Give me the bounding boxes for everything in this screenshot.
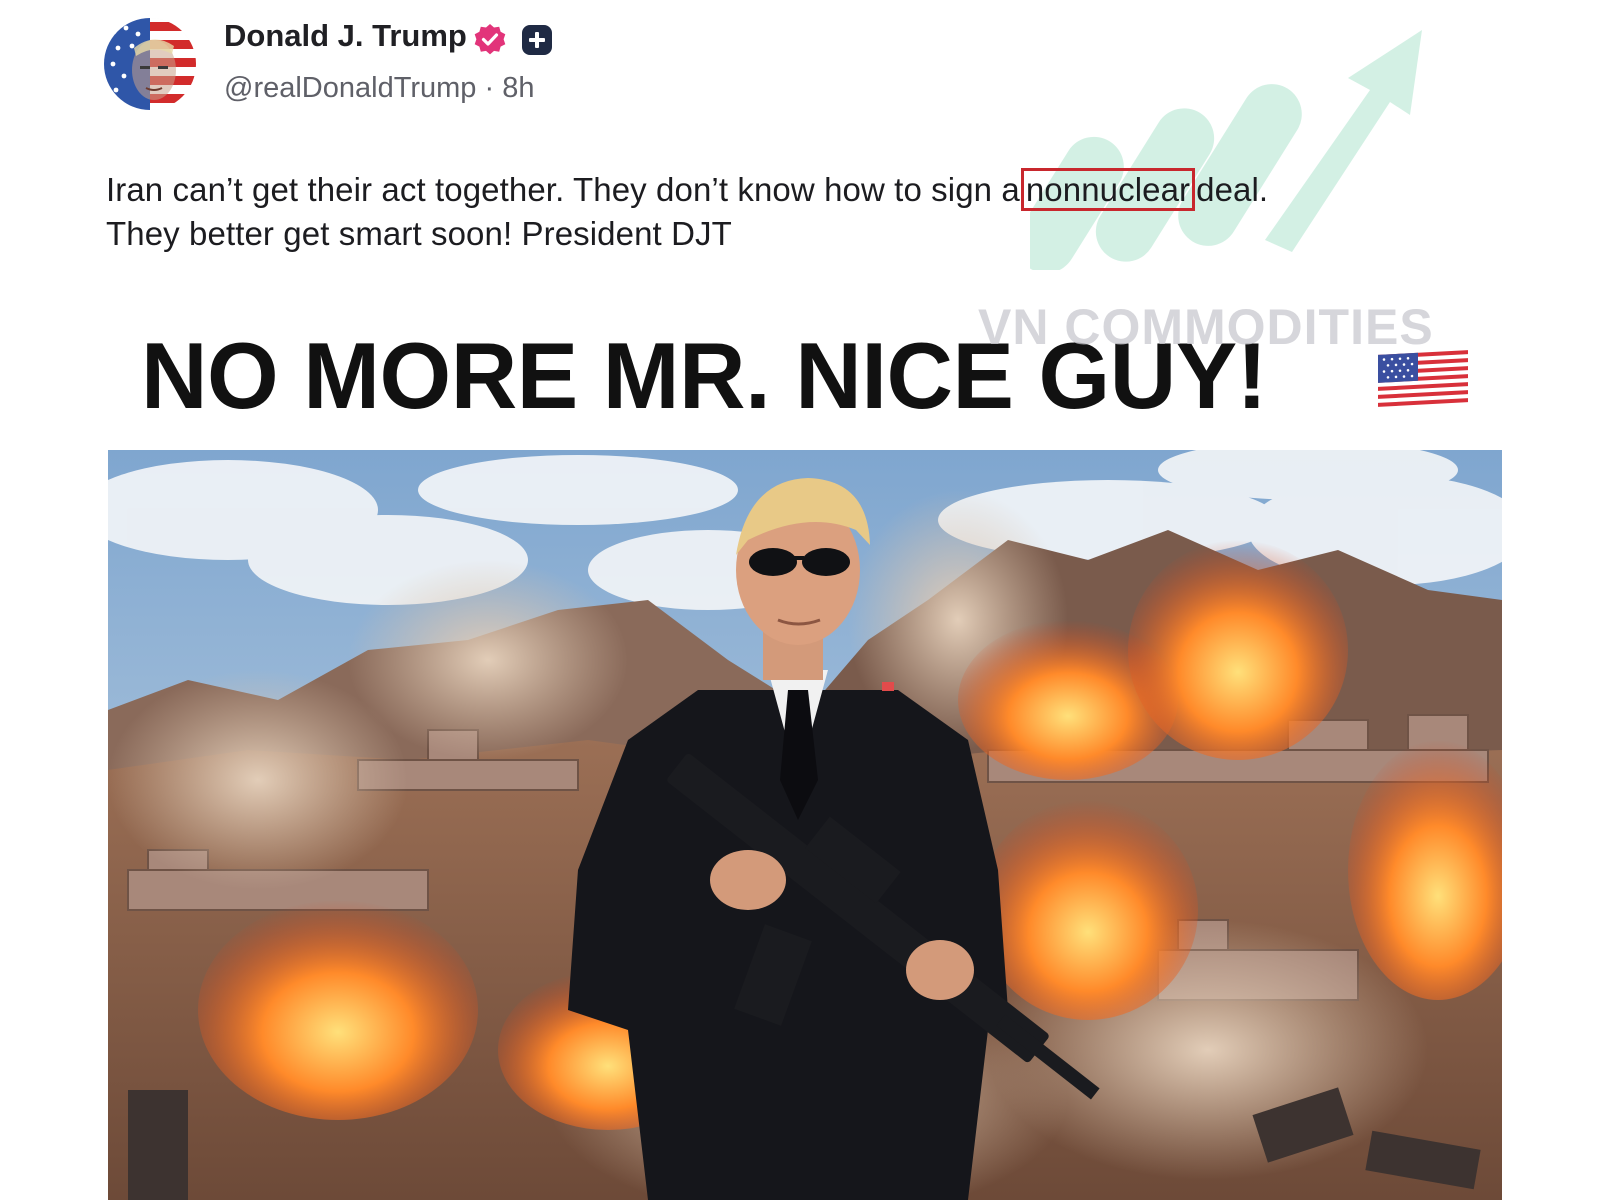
author-handle[interactable]: @realDonaldTrump	[224, 72, 476, 104]
author-display-name[interactable]: Donald J. Trump	[224, 18, 467, 54]
post-body: Iran can’t get their act together. They …	[106, 168, 1526, 256]
plus-square-icon[interactable]	[521, 24, 553, 56]
post-image[interactable]	[108, 450, 1502, 1200]
post-text-part-2: deal.	[1196, 171, 1269, 208]
post-text-part-1: Iran can’t get their act together. They …	[106, 171, 1020, 208]
post-timestamp[interactable]: 8h	[502, 72, 534, 104]
post-image-illustration	[108, 450, 1502, 1200]
highlighted-word: nonnuclear	[1020, 168, 1196, 211]
meta-separator: ·	[484, 72, 495, 104]
us-flag-icon	[1376, 347, 1470, 409]
meme-headline: NO MORE MR. NICE GUY!	[141, 323, 1267, 428]
avatar-portrait-icon	[104, 18, 196, 110]
avatar[interactable]	[104, 18, 196, 110]
verified-check-icon	[473, 23, 507, 57]
post-text-line-2: They better get smart soon! President DJ…	[106, 215, 732, 252]
author-meta: @realDonaldTrump · 8h	[224, 72, 534, 105]
